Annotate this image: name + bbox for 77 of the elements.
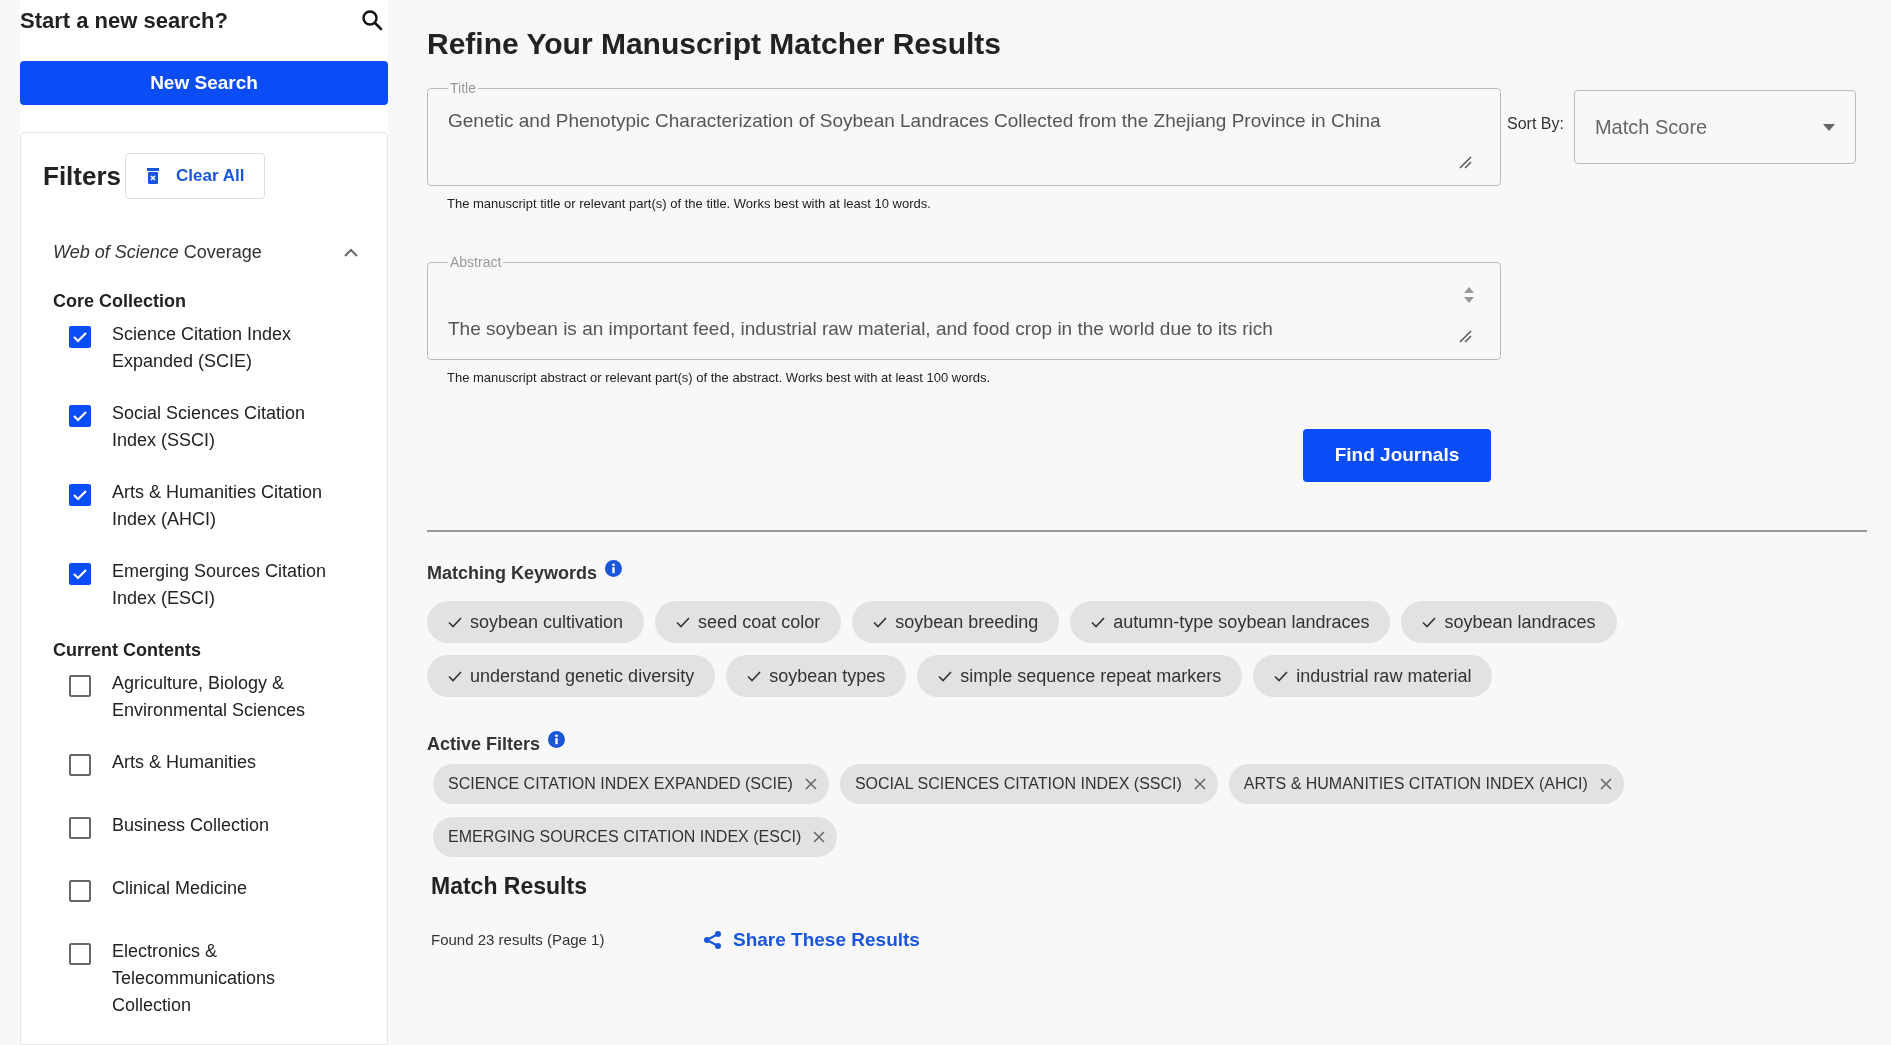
- clear-all-button[interactable]: Clear All: [125, 153, 266, 199]
- active-filter-chip: ARTS & HUMANITIES CITATION INDEX (AHCI): [1228, 764, 1624, 804]
- close-icon[interactable]: [1193, 778, 1206, 790]
- checkbox[interactable]: [69, 326, 91, 348]
- check-icon: [1091, 616, 1106, 628]
- check-icon: [72, 410, 88, 422]
- check-icon: [676, 616, 691, 628]
- results-count: Found 23 results (Page 1): [431, 929, 606, 950]
- check-icon: [72, 568, 88, 580]
- check-icon: [1274, 670, 1289, 682]
- info-icon[interactable]: [605, 560, 623, 577]
- match-results-title: Match Results: [431, 872, 588, 901]
- chevron-up-icon[interactable]: [343, 247, 359, 258]
- active-filter-chip: SOCIAL SCIENCES CITATION INDEX (SSCI): [839, 764, 1218, 804]
- checkbox[interactable]: [69, 880, 91, 902]
- active-filter-chip: SCIENCE CITATION INDEX EXPANDED (SCIE): [433, 764, 829, 804]
- checkbox[interactable]: [69, 405, 91, 427]
- checkbox-label: Business Collection: [112, 814, 271, 837]
- page-heading: Refine Your Manuscript Matcher Results: [427, 26, 1002, 62]
- new-search-button[interactable]: New Search: [20, 60, 388, 105]
- checkbox[interactable]: [69, 484, 91, 506]
- field-label: Abstract: [449, 252, 503, 272]
- check-icon: [72, 489, 88, 501]
- keyword-chip: autumn-type soybean landraces: [1070, 601, 1391, 643]
- checkbox-label: Arts & Humanities: [112, 751, 258, 774]
- share-icon: [703, 929, 723, 950]
- coverage-group-title: Web of Science Coverage: [53, 241, 262, 264]
- section-title: Matching Keywords: [427, 562, 598, 585]
- close-icon[interactable]: [813, 831, 826, 843]
- resize-handle-icon[interactable]: [1458, 155, 1472, 169]
- checkbox-label: Clinical Medicine: [112, 877, 249, 900]
- close-icon[interactable]: [804, 778, 817, 790]
- sort-dropdown[interactable]: Match Score: [1573, 90, 1856, 164]
- field-help-text: The manuscript title or relevant part(s) of the title. Works best with at least 10 words.: [446, 195, 932, 213]
- checkbox-label: Electronics & Telecommunications Collection: [112, 940, 277, 1017]
- keyword-chip: understand genetic diversity: [427, 655, 716, 697]
- checkbox-label: Arts & Humanities Citation Index (AHCI): [112, 481, 324, 531]
- keyword-chip: industrial raw material: [1253, 655, 1493, 697]
- check-icon: [747, 670, 762, 682]
- keyword-chip: soybean types: [726, 655, 907, 697]
- section-title: Core Collection: [52, 290, 187, 313]
- section-title: Current Contents: [52, 639, 202, 662]
- field-label: Title: [449, 79, 477, 98]
- keyword-chip: soybean cultivation: [427, 601, 645, 643]
- check-icon: [448, 670, 462, 682]
- check-icon: [448, 616, 462, 628]
- checkbox[interactable]: [69, 563, 91, 585]
- checkbox[interactable]: [69, 943, 91, 965]
- checkbox-label: Agriculture, Biology & Environmental Sciences: [112, 672, 307, 722]
- filters-title: Filters: [43, 159, 122, 193]
- resize-handle-icon[interactable]: [1458, 328, 1472, 343]
- active-filter-chip: EMERGING SOURCES CITATION INDEX (ESCI): [433, 817, 838, 857]
- checkbox[interactable]: [69, 754, 91, 776]
- field-help-text: The manuscript abstract or relevant part(s) of the abstract. Works best with at least 100 words.: [446, 368, 992, 387]
- checkbox-label: Social Sciences Citation Index (SSCI): [112, 402, 307, 452]
- info-icon[interactable]: [548, 731, 566, 748]
- checkbox-label: Science Citation Index Expanded (SCIE): [112, 323, 293, 373]
- close-icon[interactable]: [1599, 778, 1612, 790]
- keyword-chip: simple sequence repeat markers: [917, 655, 1243, 697]
- check-icon: [938, 670, 953, 682]
- check-icon: [873, 616, 888, 628]
- keyword-chip: seed coat color: [655, 601, 842, 643]
- dropdown-arrow-icon: [1822, 123, 1835, 131]
- find-journals-button[interactable]: Find Journals: [1303, 429, 1491, 482]
- search-icon[interactable]: [360, 8, 384, 33]
- checkbox[interactable]: [69, 675, 91, 697]
- check-icon: [1422, 616, 1437, 628]
- check-icon: [72, 331, 88, 343]
- checkbox[interactable]: [69, 817, 91, 839]
- keyword-chip: soybean landraces: [1401, 601, 1617, 643]
- share-results-link[interactable]: Share These Results: [703, 925, 920, 954]
- trash-icon: [146, 167, 161, 185]
- sort-by-label: Sort By:: [1507, 114, 1564, 134]
- keyword-chip: soybean breeding: [852, 601, 1060, 643]
- checkbox-label: Emerging Sources Citation Index (ESCI): [112, 560, 328, 610]
- section-title: Active Filters: [427, 733, 541, 756]
- sidebar-heading: Start a new search?: [20, 6, 228, 35]
